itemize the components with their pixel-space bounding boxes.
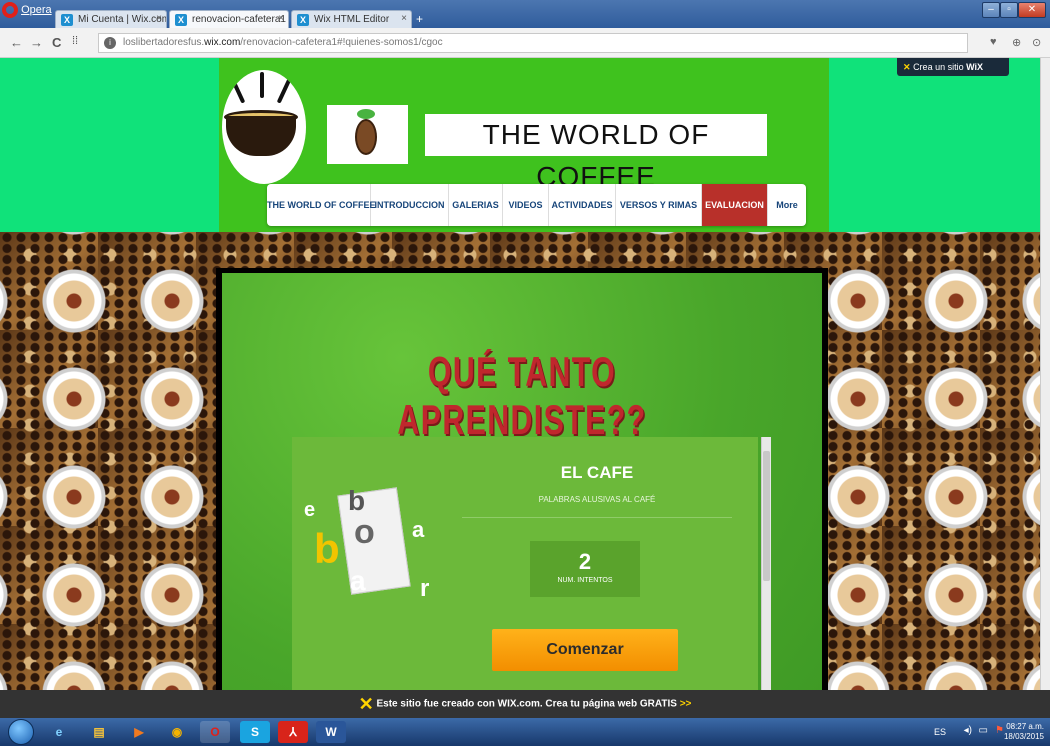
start-quiz-button[interactable]: Comenzar (492, 629, 678, 671)
content-panel: QUÉ TANTO APRENDISTE?? e b b o a a r EL … (216, 268, 828, 690)
windows-start-icon[interactable] (8, 719, 34, 745)
file-explorer-icon[interactable]: ▤ (84, 721, 114, 743)
wix-favicon-icon: X (61, 14, 73, 26)
opera-label: Opera (21, 4, 52, 16)
download-icon[interactable]: ⊕ (1012, 36, 1021, 49)
new-tab-button[interactable]: + (416, 12, 423, 26)
wix-x-icon: ✕ (903, 62, 911, 72)
volume-icon[interactable]: ◂) (964, 726, 972, 736)
quiz-subtitle: PALABRAS ALUSIVAS AL CAFÉ (538, 495, 656, 504)
close-window-icon[interactable]: ✕ (1018, 2, 1046, 18)
site-header: THE WORLD OF COFFEE THE WORLD OF COFFEE … (0, 58, 1040, 232)
wix-promo-text: Este sitio fue creado con WIX.com. Crea … (376, 698, 677, 710)
wix-promo-arrows: >> (679, 698, 692, 710)
url-input[interactable]: i loslibertadoresfus.wix.com/renovacion-… (98, 33, 968, 53)
nav-item-actividades[interactable]: ACTIVIDADES (549, 184, 616, 226)
web-page: THE WORLD OF COFFEE THE WORLD OF COFFEE … (0, 58, 1040, 690)
nav-item-the-world-of-coffee[interactable]: THE WORLD OF COFFEE (267, 184, 376, 226)
coffee-cup-logo-icon (222, 70, 306, 184)
attempts-count: 2 (578, 549, 592, 574)
language-indicator[interactable]: ES (934, 727, 946, 737)
quiz-scrollbar[interactable] (761, 437, 771, 690)
tab-label: Wix HTML Editor (314, 14, 390, 25)
network-icon[interactable]: ▭ (979, 726, 988, 736)
media-player-icon[interactable]: ▶ (124, 721, 154, 743)
url-prefix: loslibertadoresfus. (123, 37, 205, 48)
attempts-box: 2 NUM. INTENTOS (530, 541, 640, 597)
reload-icon[interactable]: C (52, 35, 61, 50)
forward-arrow-icon[interactable]: → (30, 35, 43, 50)
wix-badge-brand: WiX (966, 62, 984, 72)
attempts-label: NUM. INTENTOS (557, 577, 613, 584)
site-info-icon[interactable]: i (104, 37, 116, 49)
nav-item-more[interactable]: More (768, 184, 806, 226)
tab-renovacion-cafetera[interactable]: X renovacion-cafetera1 | Ev × (169, 10, 289, 28)
tab-label: renovacion-cafetera1 | Ev (192, 14, 288, 25)
word-icon[interactable]: W (316, 721, 346, 743)
tab-wix-html-editor[interactable]: X Wix HTML Editor × (291, 10, 412, 28)
page-heading: QUÉ TANTO APRENDISTE?? (397, 348, 647, 443)
quiz-scrollbar-thumb[interactable] (763, 451, 770, 581)
coffee-bean-mascot-icon (327, 105, 408, 164)
browser-tab-bar: Opera X Mi Cuenta | Wix.com × X renovaci… (0, 0, 1050, 28)
word-game-illustration-icon: e b b o a a r (304, 485, 430, 602)
wix-badge-text: Crea un sitio (913, 62, 964, 72)
nav-item-evaluacion[interactable]: EVALUACION (702, 184, 768, 226)
chrome-icon[interactable]: ◉ (162, 721, 192, 743)
system-clock[interactable]: 08:27 a.m. 18/03/2015 (1004, 722, 1044, 742)
maximize-icon[interactable]: ▫ (1000, 2, 1018, 18)
nav-item-introduccion[interactable]: INTRODUCCION (371, 184, 449, 226)
minimize-icon[interactable]: – (982, 2, 1000, 18)
quiz-widget: e b b o a a r EL CAFE PALABRAS ALUSIVAS … (292, 437, 758, 690)
nav-item-versos-y-rimas[interactable]: VERSOS Y RIMAS (616, 184, 702, 226)
site-nav-menu: THE WORLD OF COFFEE INTRODUCCION GALERIA… (267, 184, 806, 226)
close-tab-icon[interactable]: × (401, 13, 407, 24)
wix-favicon-icon: X (297, 14, 309, 26)
clock-time: 08:27 a.m. (1006, 722, 1044, 731)
extensions-icon[interactable]: ⊙ (1032, 36, 1041, 49)
page-scrollbar[interactable] (1040, 58, 1050, 690)
wix-favicon-icon: X (175, 14, 187, 26)
opera-menu-button[interactable]: Opera (2, 2, 54, 24)
speed-dial-grid-icon[interactable]: ⁞⁞ (72, 35, 78, 47)
windows-taskbar: e ▤ ▶ ◉ O S ⅄ W ES ◂) ▭ ⚑ 08:27 a.m. 18/… (0, 718, 1050, 746)
close-tab-icon[interactable]: × (156, 13, 162, 24)
window-controls: – ▫ ✕ (982, 2, 1046, 18)
clock-date: 18/03/2015 (1003, 732, 1044, 741)
opera-logo-icon (2, 2, 18, 18)
url-path: /renovacion-cafetera1#!quienes-somos1/cg… (240, 37, 443, 48)
site-title: THE WORLD OF COFFEE (425, 114, 767, 192)
url-domain: wix.com (204, 37, 241, 48)
opera-taskbar-icon[interactable]: O (200, 721, 230, 743)
nav-item-galerias[interactable]: GALERIAS (449, 184, 503, 226)
nav-item-videos[interactable]: VIDEOS (503, 184, 549, 226)
internet-explorer-icon[interactable]: e (44, 721, 74, 743)
wix-logo-icon: ✕ (358, 694, 374, 714)
quiz-title: EL CAFE (560, 463, 634, 482)
quiz-divider (462, 517, 732, 518)
back-arrow-icon[interactable]: ← (10, 35, 23, 50)
content-panel-inner: QUÉ TANTO APRENDISTE?? e b b o a a r EL … (222, 273, 822, 690)
action-center-flag-icon[interactable]: ⚑ (995, 726, 1004, 736)
tab-label: Mi Cuenta | Wix.com (78, 14, 167, 25)
acrobat-icon[interactable]: ⅄ (278, 721, 308, 743)
skype-icon[interactable]: S (240, 721, 270, 743)
address-bar: ← → C ⁞⁞ i loslibertadoresfus.wix.com/re… (0, 28, 1050, 58)
tab-mi-cuenta[interactable]: X Mi Cuenta | Wix.com × (55, 10, 167, 28)
close-tab-icon[interactable]: × (278, 13, 284, 24)
bookmark-heart-icon[interactable]: ♥ (990, 36, 997, 48)
wix-promo-bar[interactable]: ✕ Este sitio fue creado con WIX.com. Cre… (0, 690, 1050, 718)
create-wix-site-badge[interactable]: ✕ Crea un sitio WiX (897, 58, 1009, 76)
